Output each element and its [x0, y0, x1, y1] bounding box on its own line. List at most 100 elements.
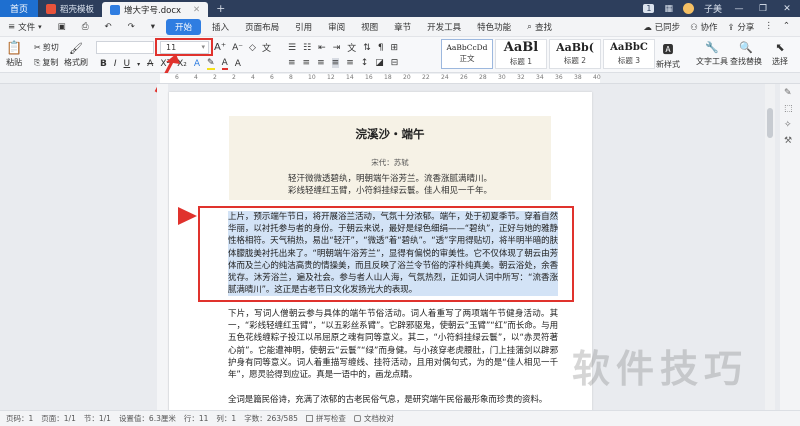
tab-insert[interactable]: 插入 — [204, 21, 237, 33]
collaborate-button[interactable]: ⚇ 协作 — [690, 21, 717, 33]
more-options-icon[interactable]: ⋮ — [764, 21, 773, 33]
border-icon[interactable]: ⊞ — [391, 43, 399, 53]
tab-special[interactable]: 特色功能 — [469, 21, 519, 33]
tab-document[interactable]: 增大字号.docx ✕ — [102, 2, 209, 17]
avatar[interactable] — [682, 3, 694, 14]
align-center-icon[interactable]: ≡ — [303, 58, 311, 68]
horizontal-ruler[interactable]: 6 4 2 2 4 6 8 10 12 14 16 18 20 22 24 26 28 30 32 34 36 38 40 — [0, 73, 800, 84]
menu-right: ☁ 已同步 ⚇ 协作 ⇪ 分享 ⋮ ⌃ — [643, 21, 800, 33]
title-bar-right: 1 ▦ 子美 — ❐ ✕ — [643, 0, 800, 17]
docer-icon — [46, 3, 56, 14]
menu-bar: ≡ 文件 ▾ ▣ ⎙ ↶ ↷ ▾ 开始 插入 页面布局 引用 审阅 视图 章节 … — [0, 17, 800, 37]
style-sample: AaBbC — [610, 41, 648, 53]
tab-review[interactable]: 审阅 — [320, 21, 353, 33]
italic-icon[interactable]: I — [114, 59, 117, 69]
poem-author: 宋代：苏轼 — [371, 158, 409, 167]
user-name[interactable]: 子美 — [704, 2, 722, 15]
find-replace-button[interactable]: 🔍 查找替换 — [730, 41, 762, 67]
show-marks-icon[interactable]: ¶ — [378, 43, 384, 53]
cut-button[interactable]: ✂ 剪切 — [34, 42, 59, 53]
shrink-font-icon[interactable]: A⁻ — [232, 43, 243, 53]
table-border-icon[interactable]: ⊟ — [391, 58, 399, 68]
underline-icon[interactable]: U — [124, 59, 131, 69]
bullet-list-icon[interactable]: ☰ — [288, 43, 296, 53]
text-tools-button[interactable]: 🔧 文字工具 — [696, 41, 728, 67]
phonetic-icon[interactable]: 文 — [262, 41, 271, 54]
file-menu[interactable]: ≡ 文件 ▾ — [0, 21, 50, 33]
tab-view[interactable]: 视图 — [353, 21, 386, 33]
font-color-icon[interactable]: A — [221, 58, 228, 70]
restore-icon[interactable]: ❐ — [756, 4, 770, 14]
paste-label: 粘贴 — [6, 58, 23, 67]
notification-badge[interactable]: 1 — [643, 4, 655, 13]
style-name: 正文 — [459, 54, 475, 64]
numbered-list-icon[interactable]: ☷ — [303, 43, 311, 53]
vertical-ruler[interactable] — [157, 84, 168, 410]
tab-docer-templates[interactable]: 稻壳模板 — [38, 0, 102, 17]
layout-icon[interactable]: ▦ — [664, 4, 673, 14]
increase-indent-icon[interactable]: ⇥ — [333, 43, 341, 53]
spell-check-toggle[interactable]: 拼写检查 — [305, 413, 346, 424]
highlight-icon[interactable]: ✎ — [207, 58, 215, 70]
paragraph[interactable]: 下片，写词人僧朝云参与具体的端午节俗活动。词人着重写了两项端午节健身活动。其一，… — [228, 308, 558, 392]
sync-status[interactable]: ☁ 已同步 — [643, 21, 680, 33]
annotation-box-selection — [198, 206, 574, 302]
redo-icon[interactable]: ↷ — [120, 22, 143, 32]
style-heading-1[interactable]: AaBl 标题 1 — [495, 39, 547, 69]
close-tab-icon[interactable]: ✕ — [193, 5, 200, 15]
style-heading-2[interactable]: AaBb( 标题 2 — [549, 39, 601, 69]
search-menu[interactable]: ⌕ 查找 — [519, 21, 560, 33]
scrollbar-thumb[interactable] — [767, 108, 773, 138]
style-heading-3[interactable]: AaBbC 标题 3 — [603, 39, 655, 69]
align-left-icon[interactable]: ≡ — [288, 58, 296, 68]
chevron-down-icon[interactable]: ▾ — [137, 61, 140, 68]
copy-button[interactable]: ⎘ 复制 — [34, 57, 58, 68]
close-window-icon[interactable]: ✕ — [780, 4, 794, 14]
decrease-indent-icon[interactable]: ⇤ — [318, 43, 326, 53]
chinese-layout-icon[interactable]: 文 — [347, 41, 356, 54]
proofread-button[interactable]: 文档校对 — [353, 413, 394, 424]
more-icon[interactable]: ▾ — [143, 22, 163, 32]
side-pen-icon[interactable]: ✎ — [784, 88, 796, 100]
font-name-input[interactable] — [96, 41, 154, 54]
side-tool-icon[interactable]: ⚒ — [784, 136, 796, 148]
collapse-ribbon-icon[interactable]: ⌃ — [783, 21, 790, 33]
share-button[interactable]: ⇪ 分享 — [728, 21, 755, 33]
paragraph[interactable]: 全词是篇民俗诗，充满了浓郁的古老民俗气息，是研究端午民俗最形象而珍贵的资料。 — [228, 394, 558, 407]
justify-icon[interactable]: ≡ — [331, 58, 340, 68]
status-words[interactable]: 字数：263/585 — [244, 413, 298, 424]
new-tab-button[interactable]: + — [208, 0, 233, 17]
sort-icon[interactable]: ⇅ — [363, 43, 371, 53]
select-button[interactable]: ⬉ 选择 — [772, 41, 788, 67]
side-star-icon[interactable]: ✧ — [784, 120, 796, 132]
cut-label: 剪切 — [42, 43, 59, 52]
char-border-icon[interactable]: A — [235, 59, 241, 69]
grow-font-icon[interactable]: A⁺ — [214, 42, 226, 53]
ruler-number: 26 — [460, 74, 468, 81]
minimize-icon[interactable]: — — [732, 4, 746, 14]
clear-format-icon[interactable]: ◇ — [249, 43, 256, 53]
side-select-icon[interactable]: ⬚ — [784, 104, 796, 116]
print-icon[interactable]: ⎙ — [74, 22, 97, 32]
line-spacing-icon[interactable]: ↕ — [361, 58, 369, 68]
paste-button[interactable]: 📋 粘贴 — [6, 41, 22, 68]
tab-start[interactable]: 开始 — [166, 18, 202, 35]
style-normal[interactable]: AaBbCcDd 正文 — [441, 39, 493, 69]
home-tab[interactable]: 首页 — [0, 0, 38, 17]
ruler-number: 2 — [232, 74, 236, 81]
bold-icon[interactable]: B — [100, 59, 107, 69]
shading-icon[interactable]: ◪ — [375, 58, 384, 68]
save-icon[interactable]: ▣ — [50, 22, 74, 32]
distributed-icon[interactable]: ≡ — [346, 58, 354, 68]
undo-icon[interactable]: ↶ — [97, 22, 120, 32]
tab-page-layout[interactable]: 页面布局 — [237, 21, 287, 33]
tab-references[interactable]: 引用 — [287, 21, 320, 33]
ruler-number: 14 — [346, 74, 354, 81]
tab-section[interactable]: 章节 — [386, 21, 419, 33]
tab-developer[interactable]: 开发工具 — [419, 21, 469, 33]
format-painter-button[interactable]: 🖌 格式刷 — [64, 42, 88, 68]
align-right-icon[interactable]: ≡ — [317, 58, 325, 68]
status-page-no[interactable]: 页码：1 — [6, 413, 33, 424]
new-style-button[interactable]: 🅰 新样式 — [656, 41, 680, 70]
text-effect-icon[interactable]: A — [194, 59, 200, 69]
